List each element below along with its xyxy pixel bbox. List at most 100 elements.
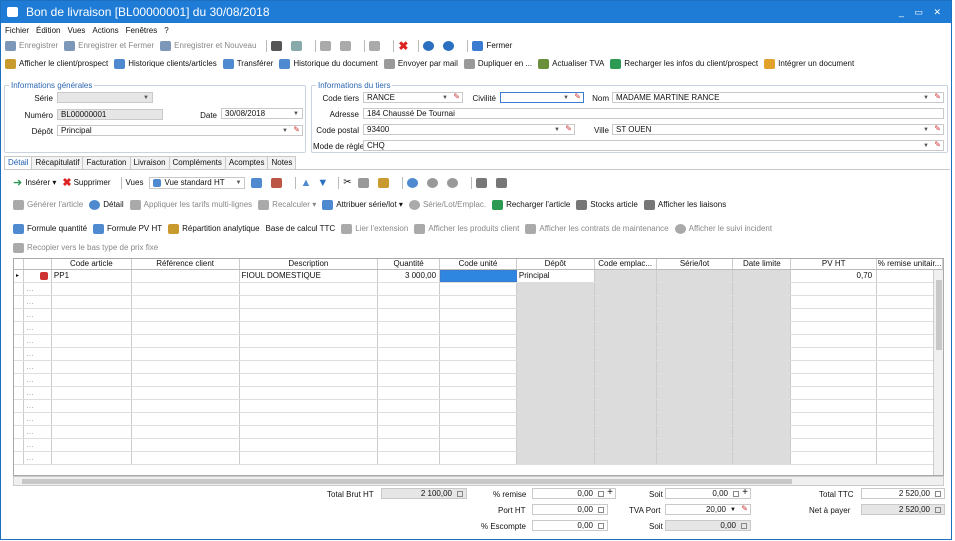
grid-cell[interactable] — [656, 283, 734, 295]
grid-cell[interactable] — [733, 335, 792, 347]
grid-cell[interactable] — [516, 439, 595, 451]
move-down-button[interactable]: ▼ — [317, 177, 328, 189]
contracts-button[interactable]: Afficher les contrats de maintenance — [525, 223, 669, 234]
grid-cell[interactable] — [733, 387, 792, 399]
stock-article-button[interactable]: Stocks article — [576, 199, 638, 210]
grid-cell[interactable] — [733, 283, 792, 295]
incident-button[interactable]: Afficher le suivi incident — [674, 223, 772, 234]
delete-doc-button[interactable]: ✖ — [398, 39, 408, 53]
insert-button[interactable]: ➜ Insérer ▾ — [13, 176, 56, 189]
show-links-button[interactable]: Afficher les liaisons — [643, 199, 726, 210]
grid-cell[interactable] — [14, 322, 24, 334]
grid-cell[interactable] — [378, 426, 441, 438]
grid-cell[interactable] — [440, 361, 517, 373]
grid-cell[interactable] — [440, 335, 517, 347]
tab-detail[interactable]: Détail — [4, 156, 33, 169]
zoom-button[interactable] — [406, 177, 421, 188]
grid-cell[interactable] — [791, 426, 878, 438]
forward-button[interactable] — [340, 40, 354, 51]
generate-article-button[interactable]: Générer l'article — [13, 199, 83, 210]
grid-cell[interactable] — [791, 452, 878, 464]
vertical-scrollbar[interactable] — [933, 270, 943, 475]
grid-cell[interactable] — [52, 309, 132, 321]
grid-cell[interactable] — [52, 335, 132, 347]
grid-cell[interactable] — [791, 348, 878, 360]
grid-cell[interactable] — [656, 348, 734, 360]
grid-cell[interactable] — [791, 387, 878, 399]
grid-cell[interactable]: … — [24, 335, 52, 347]
menu-edition[interactable]: Édition — [36, 26, 60, 35]
grid-cell[interactable] — [240, 283, 379, 295]
grid-cell[interactable] — [132, 283, 240, 295]
layout-button[interactable] — [495, 177, 510, 188]
col-remise-unitaire[interactable]: % remise unitair... — [877, 259, 943, 269]
grid-cell[interactable] — [378, 283, 441, 295]
show-client-button[interactable]: Afficher le client/prospect — [5, 58, 108, 69]
grid-cell[interactable] — [240, 439, 379, 451]
send-mail-button[interactable]: Envoyer par mail — [383, 58, 458, 69]
date-field[interactable]: 30/08/2018 ▼ — [221, 108, 303, 119]
grid-cell[interactable] — [132, 387, 240, 399]
grid-cell[interactable] — [594, 335, 657, 347]
col-description[interactable]: Description — [240, 259, 379, 269]
update-tva-button[interactable]: Actualiser TVA — [538, 58, 604, 69]
table-row[interactable]: … — [14, 452, 943, 465]
copy-button[interactable] — [369, 40, 383, 51]
save-new-button[interactable]: Enregistrer et Nouveau — [160, 40, 256, 51]
table-row[interactable]: ▸ PP1 FIOUL DOMESTIQUE 3 000,00 Principa… — [14, 270, 943, 283]
col-code-article[interactable]: Code article — [52, 259, 132, 269]
nav-next-button[interactable] — [443, 40, 457, 51]
grid-cell[interactable] — [132, 361, 240, 373]
grid-cell[interactable] — [594, 296, 657, 308]
menu-vues[interactable]: Vues — [67, 26, 85, 35]
grid-cell[interactable] — [733, 452, 792, 464]
grid-cell[interactable] — [516, 400, 595, 412]
grid-cell[interactable]: … — [24, 361, 52, 373]
grid-cell[interactable] — [656, 426, 734, 438]
grid-cell[interactable] — [132, 426, 240, 438]
grid-cell[interactable] — [52, 400, 132, 412]
menu-actions[interactable]: Actions — [92, 26, 118, 35]
grid-cell[interactable]: … — [24, 413, 52, 425]
grid-cell[interactable] — [733, 400, 792, 412]
grid-cell[interactable] — [132, 335, 240, 347]
grid-cell[interactable] — [733, 439, 792, 451]
grid-cell[interactable] — [440, 413, 517, 425]
grid-cell[interactable]: … — [24, 439, 52, 451]
grid-cell[interactable] — [14, 400, 24, 412]
grid-cell[interactable] — [240, 452, 379, 464]
cell-description[interactable]: FIOUL DOMESTIQUE — [240, 270, 379, 282]
grid-cell[interactable] — [656, 400, 734, 412]
tab-acomptes[interactable]: Acomptes — [224, 156, 269, 169]
grid-cell[interactable] — [240, 374, 379, 386]
grid-cell[interactable] — [132, 374, 240, 386]
grid-cell[interactable] — [240, 296, 379, 308]
zoom-in-button[interactable] — [426, 177, 441, 188]
nom-field[interactable]: MADAME MARTINE RANCE ▼ ✎ — [612, 92, 944, 103]
col-quantite[interactable]: Quantité — [378, 259, 441, 269]
reload-client-button[interactable]: Recharger les infos du client/prospect — [610, 58, 758, 69]
grid-cell[interactable] — [132, 309, 240, 321]
menu-fichier[interactable]: Fichier — [5, 26, 29, 35]
grid-cell[interactable]: … — [24, 400, 52, 412]
grid-cell[interactable] — [378, 322, 441, 334]
grid-cell[interactable] — [14, 361, 24, 373]
grid-cell[interactable] — [14, 413, 24, 425]
grid-cell[interactable] — [791, 374, 878, 386]
grid-cell[interactable] — [240, 387, 379, 399]
grid-cell[interactable] — [594, 283, 657, 295]
tva-port-field[interactable]: 20,00 ▼ ✎ — [665, 504, 751, 515]
grid-cell[interactable] — [14, 452, 24, 464]
grid-cell[interactable] — [52, 361, 132, 373]
analytic-button[interactable]: Répartition analytique — [168, 223, 260, 234]
grid-cell[interactable] — [516, 283, 595, 295]
civilite-field[interactable]: ▼ ✎ — [500, 92, 584, 103]
tab-recapitulatif[interactable]: Récapitulatif — [31, 156, 84, 169]
window-controls[interactable]: _ ▭ ✕ — [899, 7, 945, 18]
grid-cell[interactable] — [516, 426, 595, 438]
grid-cell[interactable] — [14, 348, 24, 360]
grid-cell[interactable] — [14, 296, 24, 308]
grid-cell[interactable] — [791, 309, 878, 321]
grid-cell[interactable] — [440, 322, 517, 334]
copy-line-button[interactable] — [357, 177, 372, 188]
